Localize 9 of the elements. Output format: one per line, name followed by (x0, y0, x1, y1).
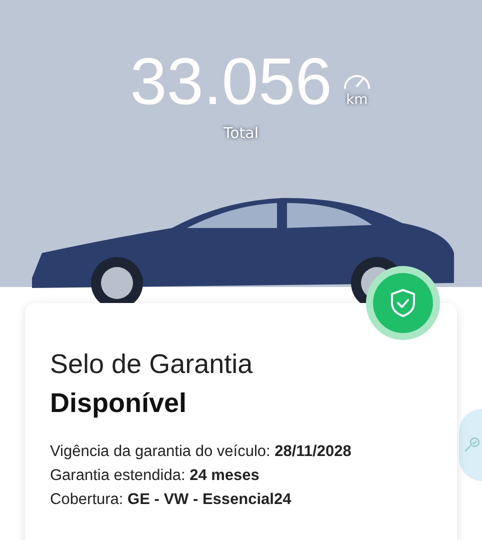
warranty-detail: Vigência da garantia do veículo: 28/11/2028 (50, 443, 352, 461)
odometer-value: 33.056 (130, 48, 332, 114)
warranty-detail: Garantia estendida: 24 meses (50, 467, 260, 485)
unit-label: km (346, 92, 368, 108)
warranty-detail: Cobertura: GE - VW - Essencial24 (50, 491, 292, 509)
odometer-label: Total (223, 124, 259, 142)
warranty-status: Disponível (50, 388, 188, 419)
card-title: Selo de Garantia (50, 349, 254, 380)
service-icon[interactable] (459, 409, 482, 481)
